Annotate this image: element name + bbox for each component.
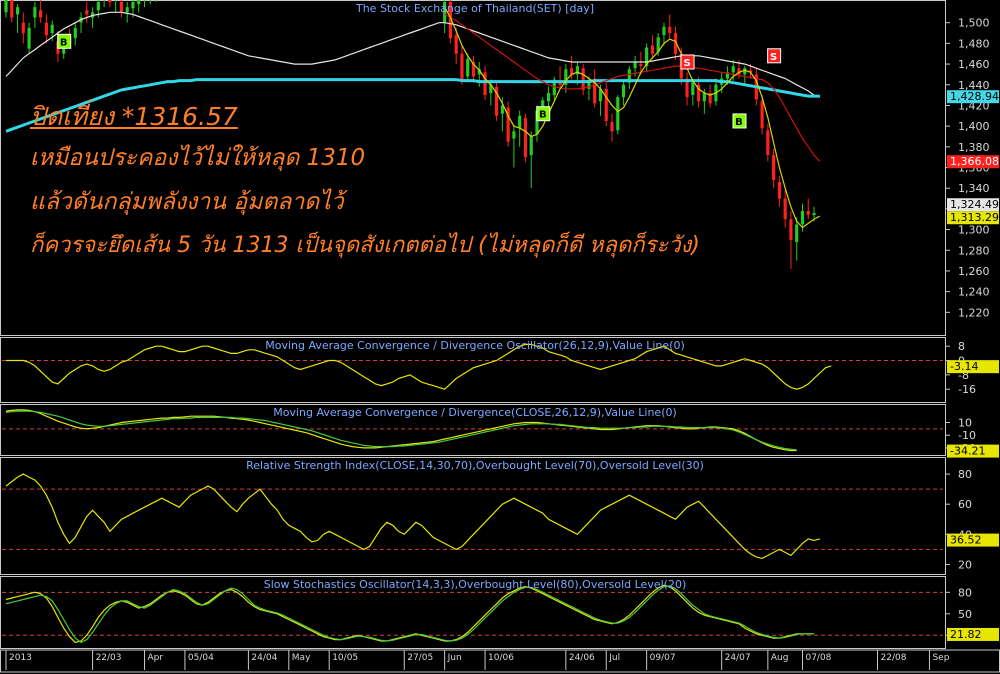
candle-body	[10, 0, 14, 18]
candle-body	[691, 82, 695, 96]
x-tick-label: 22/03	[96, 653, 122, 663]
candle-body	[15, 7, 20, 15]
y-tick-label: -16	[958, 383, 976, 396]
candle-body	[639, 64, 643, 67]
candle-body	[33, 7, 37, 18]
price-series-0	[5, 11, 821, 98]
annotation-line-3: ก็ควรจะยึดเส้น 5 วัน 1313 เป็นจุดสังเกตต…	[30, 233, 700, 258]
stoch-series-0	[5, 584, 814, 644]
annotation-line-1: เหมือนประคองไว้ไม่ให้หลุด 1310	[30, 145, 366, 171]
x-tick-label: 05/04	[188, 653, 214, 663]
panel-title-rsi: Relative Strength Index(CLOSE,14,30,70),…	[246, 459, 704, 472]
annotation-box: ปิดเที่ยง *1316.57 เหมือนประคองไว้ไม่ให้…	[30, 98, 790, 268]
candle-body	[460, 53, 464, 80]
signal-label: B	[60, 37, 68, 48]
candle-body	[96, 2, 100, 11]
value-label: 1,313.29	[950, 211, 999, 224]
candle-body	[50, 24, 54, 34]
y-tick-label: 1,500	[958, 17, 990, 30]
candle-body	[39, 10, 43, 18]
candle-body	[21, 22, 25, 34]
candle-body	[108, 0, 112, 2]
x-tick-label: 22/08	[881, 653, 907, 663]
candle-body	[119, 2, 124, 13]
y-tick-label: -10	[958, 429, 976, 442]
candle-body	[466, 58, 470, 77]
y-tick-label: 1,260	[958, 265, 990, 278]
x-tick-label: May	[292, 653, 311, 663]
y-tick-label: 1,400	[958, 120, 990, 133]
y-tick-label: 50	[958, 608, 972, 621]
candle-body	[800, 210, 805, 225]
signal-label: S	[770, 52, 777, 63]
x-tick-label: 24/07	[725, 653, 751, 663]
candle-body	[812, 213, 816, 216]
y-tick-label: 60	[958, 498, 972, 511]
value-label: -34.21	[950, 445, 985, 458]
candle-body	[73, 27, 77, 39]
value-label: 21.82	[950, 628, 982, 641]
candle-body	[662, 26, 666, 36]
annotation-line-2: แล้วดันกลุ่มพลังงาน อุ้มตลาดไว้	[30, 189, 344, 215]
y-tick-label: 1,460	[958, 58, 990, 71]
x-tick-label: 10/06	[488, 653, 514, 663]
y-tick-label: 1,300	[958, 224, 990, 237]
candle-body	[806, 210, 810, 216]
candle-body	[137, 0, 141, 5]
panel-title-price: The Stock Exchange of Thailand(SET) [day…	[355, 2, 594, 15]
y-tick-label: 80	[958, 586, 972, 599]
y-tick-label: 10	[958, 417, 972, 430]
value-label: 36.52	[950, 534, 982, 547]
y-tick-label: 1,340	[958, 182, 990, 195]
x-tick-label: Apr	[148, 653, 164, 663]
candle-body	[668, 26, 672, 34]
panel-title-macd_osc: Moving Average Convergence / Divergence …	[265, 339, 684, 352]
x-tick-label: Sep	[932, 653, 949, 663]
signal-label: S	[683, 58, 690, 69]
value-label: 1,324.49	[950, 198, 999, 211]
x-tick-label: 07/08	[805, 653, 831, 663]
y-tick-label: 1,380	[958, 141, 990, 154]
x-tick-label: 24/04	[251, 653, 277, 663]
candle-body	[85, 10, 89, 15]
candle-body	[125, 7, 129, 13]
x-tick-label: Aug	[771, 653, 789, 663]
y-tick-label: 8	[958, 340, 965, 353]
x-tick-label: 27/05	[407, 653, 433, 663]
candle-body	[581, 68, 585, 90]
candle-body	[4, 0, 8, 13]
candle-body	[454, 35, 458, 54]
panel-title-stoch: Slow Stochastics Oscillator(14,3,3),Over…	[264, 578, 687, 591]
y-tick-label: 80	[958, 468, 972, 481]
stoch-series-1	[5, 585, 814, 644]
x-tick-label: 2013	[9, 653, 32, 663]
y-tick-label: 1,280	[958, 244, 990, 257]
candle-body	[483, 72, 487, 96]
y-tick-label: 1,220	[958, 306, 990, 319]
x-tick-label: 24/06	[569, 653, 595, 663]
panel-title-macd: Moving Average Convergence / Divergence(…	[273, 406, 677, 419]
candle-body	[621, 84, 626, 98]
candle-body	[731, 66, 735, 73]
value-label: 1,428.94	[950, 90, 999, 103]
y-tick-label: 1,240	[958, 286, 990, 299]
x-tick-label: 10/05	[332, 653, 358, 663]
candle-body	[633, 61, 637, 69]
panel-frame-rsi	[0, 457, 946, 575]
candle-body	[44, 22, 48, 36]
annotation-headline: ปิดเที่ยง *1316.57	[30, 102, 238, 131]
candle-body	[27, 27, 31, 49]
rsi-series-0	[5, 473, 820, 560]
x-tick-label: Jun	[447, 653, 462, 663]
candle-body	[650, 45, 655, 54]
value-label: -3.14	[950, 360, 978, 373]
candle-body	[131, 2, 135, 9]
value-label: 1,366.08	[950, 155, 999, 168]
candle-body	[795, 224, 799, 242]
y-tick-label: 1,480	[958, 37, 990, 50]
x-tick-label: 09/07	[650, 653, 676, 663]
y-tick-label: 20	[958, 558, 972, 571]
x-tick-label: Jul	[608, 653, 620, 663]
